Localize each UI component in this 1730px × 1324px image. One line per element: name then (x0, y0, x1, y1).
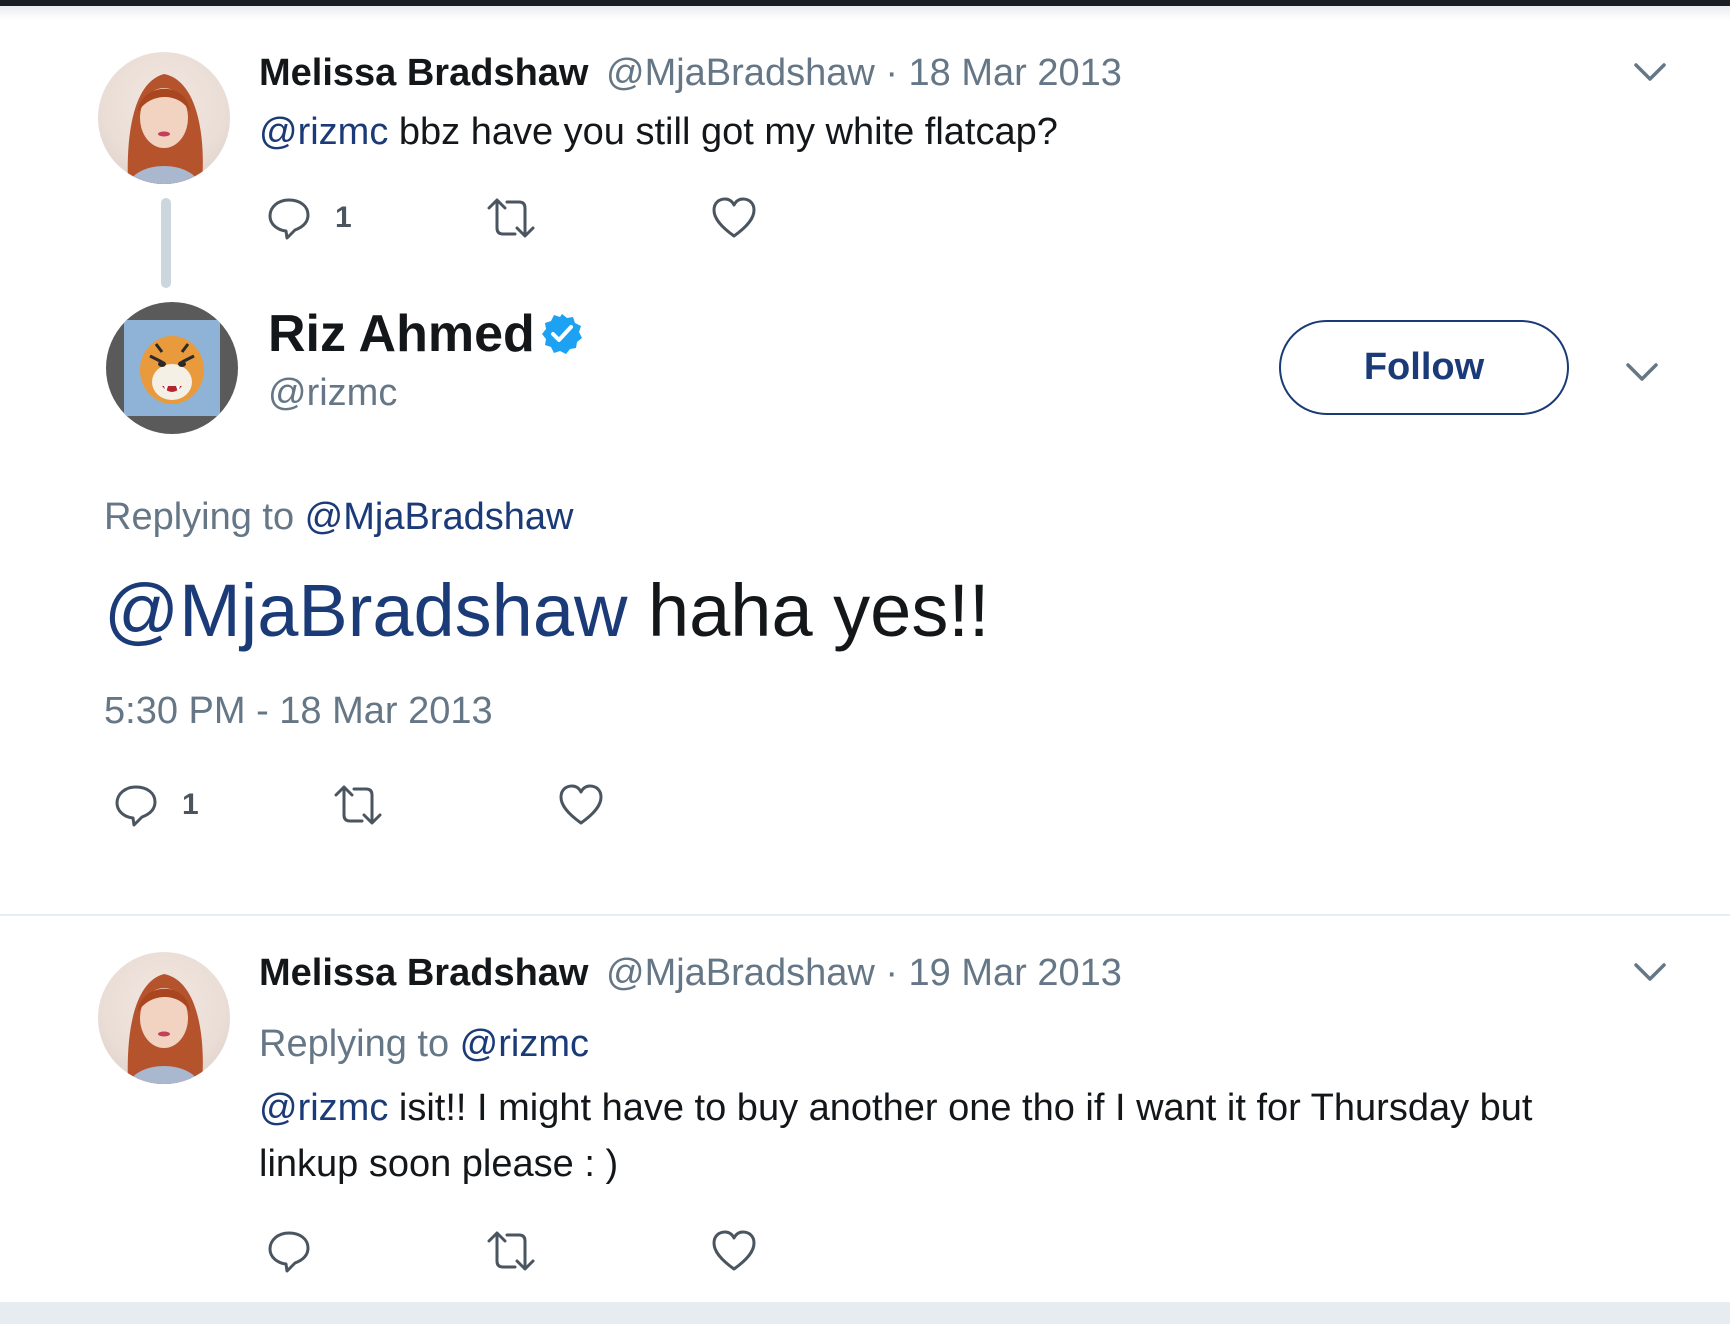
avatar-melissa[interactable] (98, 52, 230, 184)
tiger-avatar-image (124, 320, 220, 416)
verified-badge-icon (540, 312, 584, 356)
replying-prefix: Replying to (104, 496, 305, 538)
retweet-icon (487, 1231, 535, 1271)
retweet-button[interactable] (485, 1226, 537, 1276)
heart-icon (712, 1230, 756, 1271)
main-author-name[interactable]: Riz Ahmed (268, 304, 535, 364)
main-mention[interactable]: @MjaBradshaw (104, 569, 627, 652)
top-shadow (0, 6, 1730, 20)
divider (0, 914, 1730, 916)
retweet-button[interactable] (485, 193, 537, 243)
tweet1-text: @rizmc bbz have you still got my white f… (259, 104, 1058, 160)
tweet3-actions (265, 1226, 765, 1276)
avatar-melissa-image (127, 974, 203, 1084)
heart-icon (559, 784, 603, 825)
reply-icon (268, 198, 310, 240)
reply-count: 1 (182, 788, 199, 821)
main-timestamp[interactable]: 5:30 PM - 18 Mar 2013 (104, 690, 493, 733)
reply-button[interactable] (265, 1226, 313, 1276)
reply-button[interactable]: 1 (112, 780, 199, 830)
like-button[interactable] (557, 780, 605, 830)
like-button[interactable] (710, 1226, 758, 1276)
tweet1-mention[interactable]: @rizmc (259, 111, 388, 153)
follow-button[interactable]: Follow (1279, 320, 1569, 415)
main-body: haha yes!! (627, 569, 990, 652)
avatar-riz[interactable] (106, 302, 238, 434)
heart-icon (712, 197, 756, 238)
tweet3-author-name[interactable]: Melissa Bradshaw (259, 952, 588, 995)
avatar-melissa[interactable] (98, 952, 230, 1084)
main-tweet-text: @MjaBradshaw haha yes!! (104, 568, 989, 653)
tweet3-mention[interactable]: @rizmc (259, 1087, 388, 1129)
reply-icon (268, 1231, 310, 1273)
main-author-handle[interactable]: @rizmc (268, 372, 397, 415)
tweet1-actions: 1 (265, 193, 765, 243)
retweet-icon (334, 785, 382, 825)
replying-prefix: Replying to (259, 1023, 460, 1065)
tweet3-replying-to: Replying to @rizmc (259, 1023, 589, 1066)
retweet-icon (487, 198, 535, 238)
tweet3-body-line2: linkup soon please : ) (259, 1143, 619, 1185)
chevron-down-icon[interactable] (1622, 352, 1662, 392)
tweet1-body: bbz have you still got my white flatcap? (388, 111, 1058, 153)
tweet3-line1: @rizmc isit!! I might have to buy anothe… (259, 1080, 1532, 1136)
tweet3-meta[interactable]: @MjaBradshaw · 19 Mar 2013 (606, 952, 1122, 995)
main-replying-to: Replying to @MjaBradshaw (104, 496, 573, 539)
reply-count: 1 (335, 201, 352, 234)
bottom-bar (0, 1302, 1730, 1324)
main-actions: 1 (112, 780, 612, 830)
thread-connector (161, 198, 171, 288)
reply-icon (115, 785, 157, 827)
avatar-melissa-image (127, 74, 203, 184)
tweet3-body-line1: isit!! I might have to buy another one t… (388, 1087, 1533, 1129)
tweet1-author-name[interactable]: Melissa Bradshaw (259, 52, 588, 95)
tweet1-meta[interactable]: @MjaBradshaw · 18 Mar 2013 (606, 52, 1122, 95)
reply-button[interactable]: 1 (265, 193, 352, 243)
replying-handle-link[interactable]: @MjaBradshaw (305, 496, 574, 538)
tweet3-text: @rizmc isit!! I might have to buy anothe… (259, 1080, 1532, 1192)
retweet-button[interactable] (332, 780, 384, 830)
like-button[interactable] (710, 193, 758, 243)
chevron-down-icon[interactable] (1630, 952, 1670, 992)
chevron-down-icon[interactable] (1630, 52, 1670, 92)
replying-handle-link[interactable]: @rizmc (460, 1023, 589, 1065)
